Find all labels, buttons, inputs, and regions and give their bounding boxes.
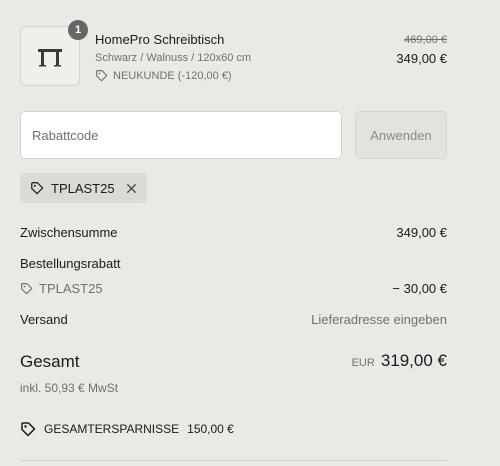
quantity-badge: 1 [68,20,88,40]
original-price: 469,00 € [404,34,447,46]
tag-icon [20,282,33,295]
order-discount-value: − 30,00 € [392,281,447,296]
product-discount-label: NEUKUNDE (-120,00 €) [113,69,232,82]
order-discount-label: Bestellungsrabatt [20,256,121,271]
subtotal-value: 349,00 € [396,225,447,240]
product-variant: Schwarz / Walnuss / 120x60 cm [95,52,252,64]
product-discount: NEUKUNDE (-120,00 €) [95,69,232,82]
divider [20,460,447,461]
total-amount: 319,00 € [380,351,447,370]
shipping-value: Lieferadresse eingeben [311,312,447,327]
subtotal-label: Zwischensumme [20,225,118,240]
tag-icon [95,69,108,82]
total-label: Gesamt [20,352,80,371]
product-title: HomePro Schreibtisch [95,32,225,47]
applied-code-chip: TPLAST25 [20,173,147,203]
discount-code-input[interactable] [20,111,342,159]
apply-discount-button[interactable]: Anwenden [355,111,447,159]
savings-label: GESAMTERSPARNISSE [44,422,180,436]
close-icon[interactable] [126,183,137,194]
applied-code-label: TPLAST25 [51,180,115,196]
shipping-label: Versand [20,312,68,327]
order-discount-code: TPLAST25 [20,281,103,296]
tag-icon [30,181,44,195]
total-value: EUR 319,00 € [352,351,447,371]
total-savings: GESAMTERSPARNISSE 150,00 € [20,421,234,437]
order-discount-code-label: TPLAST25 [39,281,103,296]
product-price: 349,00 € [396,51,447,66]
savings-value: 150,00 € [187,422,234,436]
tag-icon [20,421,36,437]
tax-note: inkl. 50,93 € MwSt [20,381,119,395]
currency-code: EUR [351,357,375,369]
